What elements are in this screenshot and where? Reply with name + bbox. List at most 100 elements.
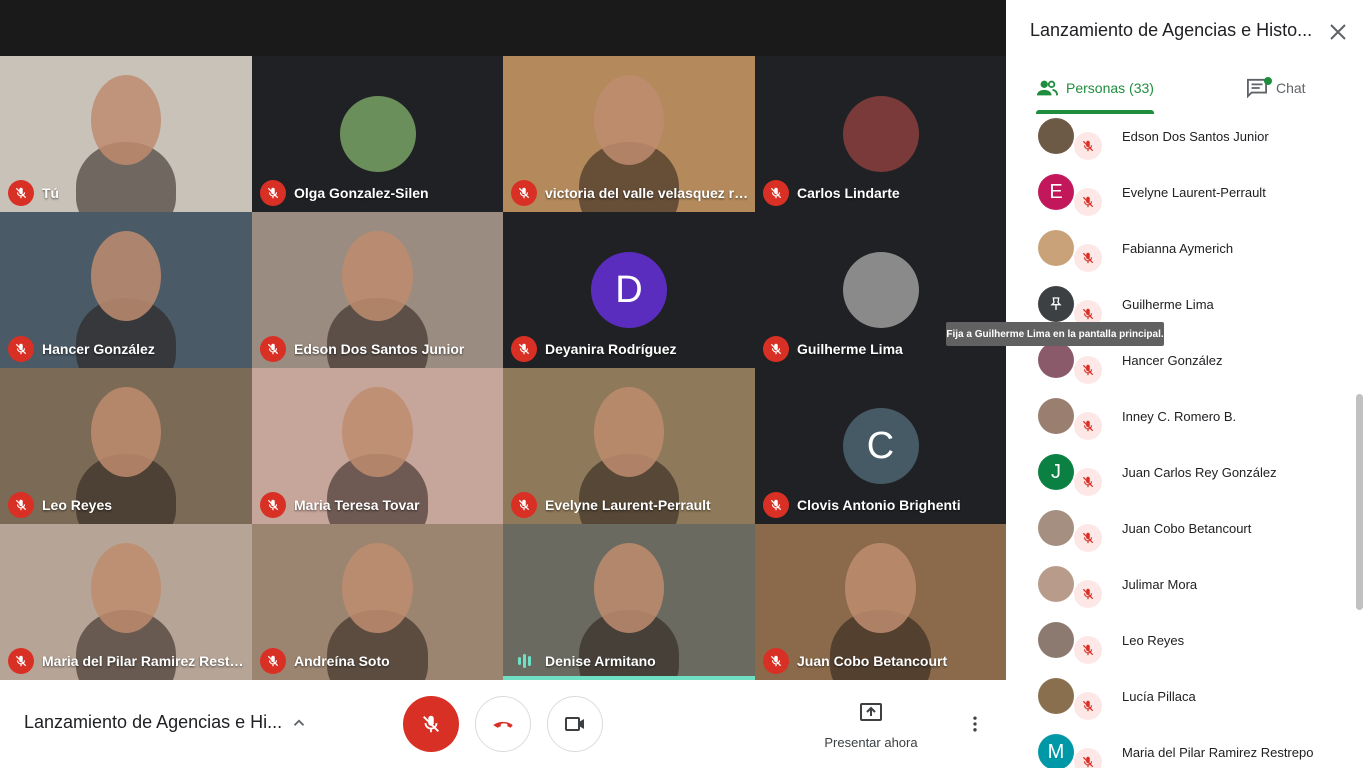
pin-tooltip: Fija a Guilherme Lima en la pantalla pri… [946, 322, 1164, 346]
tile-name-row: Maria del Pilar Ramirez Restre... [8, 648, 246, 674]
tile-name-row: Denise Armitano [511, 648, 749, 674]
mic-off-icon [260, 180, 286, 206]
camera-toggle-button[interactable] [547, 696, 603, 752]
tile-name-row: Deyanira Rodríguez [511, 336, 749, 362]
participant-face [342, 542, 413, 634]
video-tile[interactable]: Edson Dos Santos Junior [252, 212, 503, 368]
pin-icon [1050, 297, 1062, 310]
participant-face [90, 230, 162, 322]
participant-list-item[interactable]: J Juan Carlos Rey González [1006, 452, 1356, 508]
tab-people-label: Personas (33) [1066, 80, 1154, 96]
tab-people[interactable]: Personas (33) [1036, 62, 1154, 114]
participant-face [593, 74, 665, 166]
participant-list-item[interactable]: Hancer González [1006, 340, 1356, 396]
meeting-title[interactable]: Lanzamiento de Agencias e Hi... [24, 712, 282, 733]
participant-avatar [1038, 510, 1074, 546]
participant-name: Maria Teresa Tovar [294, 497, 420, 513]
video-tile[interactable]: Maria Teresa Tovar [252, 368, 503, 524]
leave-call-button[interactable] [475, 696, 531, 752]
video-tile[interactable]: Hancer González [0, 212, 252, 368]
participant-name: Andreína Soto [294, 653, 390, 669]
participant-list-item[interactable]: Fabianna Aymerich [1006, 228, 1356, 284]
participant-avatar: M [1038, 734, 1074, 768]
participant-name: Maria del Pilar Ramirez Restre... [42, 653, 246, 669]
participant-face [593, 386, 665, 478]
participant-name: Clovis Antonio Brighenti [797, 497, 961, 513]
participant-list-name: Inney C. Romero B. [1122, 409, 1237, 424]
video-tile[interactable]: Andreína Soto [252, 524, 503, 680]
mic-off-icon [8, 180, 34, 206]
tile-name-row: Andreína Soto [260, 648, 497, 674]
video-tile[interactable]: Tú [0, 56, 252, 212]
tab-chat[interactable]: Chat [1246, 62, 1306, 114]
participant-list-item[interactable]: Juan Cobo Betancourt [1006, 508, 1356, 564]
participant-list-item[interactable]: Julimar Mora [1006, 564, 1356, 620]
microphone-toggle-button[interactable] [403, 696, 459, 752]
participant-face [342, 230, 413, 322]
participant-list-item[interactable]: Inney C. Romero B. [1006, 396, 1356, 452]
chevron-up-icon[interactable] [290, 714, 308, 732]
tab-chat-label: Chat [1276, 80, 1306, 96]
close-icon[interactable] [1326, 20, 1350, 44]
top-strip [0, 0, 1006, 56]
participant-avatar: E [1038, 174, 1074, 210]
avatar-initial: D [615, 268, 643, 311]
present-now-label: Presentar ahora [824, 735, 918, 750]
participant-avatar [1038, 622, 1074, 658]
participant-name: Denise Armitano [545, 653, 656, 669]
mic-off-icon [511, 492, 537, 518]
mic-off-icon [763, 180, 789, 206]
participant-list-name: Fabianna Aymerich [1122, 241, 1234, 256]
participant-list-item[interactable]: Lucía Pillaca [1006, 676, 1356, 732]
control-bar: Lanzamiento de Agencias e Hi... Presenta… [0, 680, 1006, 768]
participant-list-name: Edson Dos Santos Junior [1122, 129, 1269, 144]
mic-off-icon [260, 336, 286, 362]
participant-list-name: Leo Reyes [1122, 633, 1185, 648]
participant-face [342, 386, 413, 478]
panel-scrollbar[interactable] [1356, 394, 1363, 610]
tile-name-row: Maria Teresa Tovar [260, 492, 497, 518]
participant-avatar [1038, 342, 1074, 378]
video-tile[interactable]: D Deyanira Rodríguez [503, 212, 755, 368]
avatar-initial: M [1047, 740, 1065, 763]
tile-name-row: Evelyne Laurent-Perrault [511, 492, 749, 518]
pin-button[interactable] [1038, 286, 1074, 322]
video-tile[interactable]: Juan Cobo Betancourt [755, 524, 1006, 680]
mic-off-icon [1074, 132, 1102, 160]
participant-list-name: Evelyne Laurent-Perrault [1122, 185, 1266, 200]
participant-list-item[interactable]: Edson Dos Santos Junior [1006, 116, 1356, 172]
tile-name-row: Hancer González [8, 336, 246, 362]
mic-off-icon [1074, 244, 1102, 272]
participant-list-name: Juan Cobo Betancourt [1122, 521, 1252, 536]
participant-avatar: C [842, 408, 919, 484]
video-tile[interactable]: victoria del valle velasquez rojas [503, 56, 755, 212]
video-tile[interactable]: Evelyne Laurent-Perrault [503, 368, 755, 524]
participant-name: Deyanira Rodríguez [545, 341, 677, 357]
participant-avatar [842, 96, 919, 172]
mic-off-icon [511, 180, 537, 206]
present-now-button[interactable]: Presentar ahora [818, 702, 924, 750]
video-tile[interactable]: C Clovis Antonio Brighenti [755, 368, 1006, 524]
side-panel: Lanzamiento de Agencias e Histo... Perso… [1006, 0, 1366, 768]
participant-list-item[interactable]: E Evelyne Laurent-Perrault [1006, 172, 1356, 228]
video-tile[interactable]: Leo Reyes [0, 368, 252, 524]
avatar-initial: C [866, 424, 895, 467]
video-tile[interactable]: Maria del Pilar Ramirez Restre... [0, 524, 252, 680]
participant-list: Edson Dos Santos Junior E Evelyne Laurent-… [1006, 116, 1366, 768]
participant-avatar [339, 96, 416, 172]
video-grid: Tú Olga Gonzalez-Silen victoria del valle … [0, 56, 1006, 680]
video-tile[interactable]: Carlos Lindarte [755, 56, 1006, 212]
mic-off-icon [1074, 580, 1102, 608]
participant-face [593, 542, 665, 634]
video-tile[interactable]: Denise Armitano [503, 524, 755, 680]
chat-notification-dot [1264, 77, 1272, 85]
speaking-indicator-icon [511, 648, 537, 674]
participant-list-item[interactable]: Leo Reyes [1006, 620, 1356, 676]
video-tile[interactable]: Olga Gonzalez-Silen [252, 56, 503, 212]
more-options-icon[interactable] [965, 714, 985, 734]
phone-hangup-icon [493, 721, 513, 728]
mic-off-icon [1074, 524, 1102, 552]
participant-list-item[interactable]: M Maria del Pilar Ramirez Restrepo [1006, 732, 1356, 768]
tile-name-row: Edson Dos Santos Junior [260, 336, 497, 362]
participant-list-name: Guilherme Lima [1122, 297, 1214, 312]
